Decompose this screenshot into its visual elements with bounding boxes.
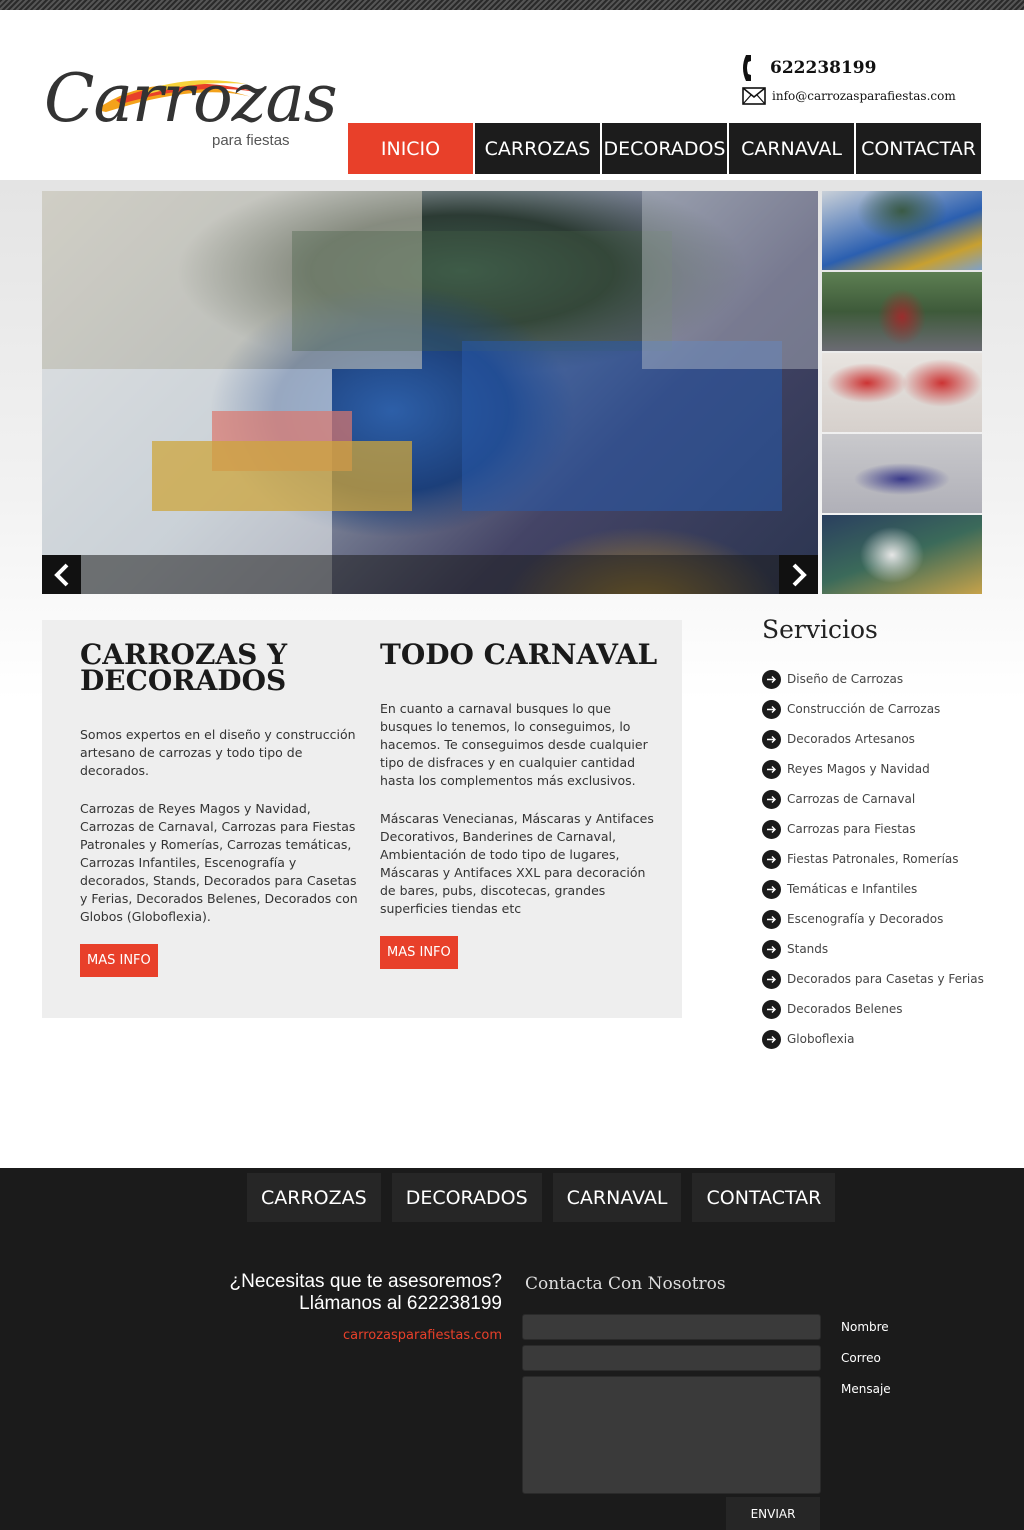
arrow-right-icon xyxy=(762,669,781,689)
site-logo[interactable]: Carrozas para fiestas xyxy=(42,62,338,157)
servicio-item[interactable]: Globoflexia xyxy=(762,1024,992,1054)
footer-nav: CARROZAS DECORADOS CARNAVAL CONTACTAR xyxy=(247,1173,836,1222)
nav-item-contactar[interactable]: CONTACTAR xyxy=(856,123,981,174)
servicio-item[interactable]: Construcción de Carrozas xyxy=(762,694,992,724)
nav-item-inicio[interactable]: INICIO xyxy=(348,123,473,174)
slider-next-button[interactable] xyxy=(779,555,818,594)
header-phone: 622238199 xyxy=(742,54,876,82)
footer-nav-decorados[interactable]: DECORADOS xyxy=(391,1173,542,1222)
chevron-right-icon xyxy=(792,563,807,586)
carnaval-heading: TODO CARNAVAL xyxy=(380,638,658,671)
main-nav: INICIO CARROZAS DECORADOS CARNAVAL CONTA… xyxy=(348,123,981,174)
arrow-right-icon xyxy=(762,819,781,839)
servicio-item[interactable]: Carrozas de Carnaval xyxy=(762,784,992,814)
servicio-label: Globoflexia xyxy=(787,1032,855,1046)
mail-icon xyxy=(742,87,766,105)
footer-nav-carnaval[interactable]: CARNAVAL xyxy=(552,1173,682,1222)
slider-prev-button[interactable] xyxy=(42,555,81,594)
servicio-item[interactable]: Stands xyxy=(762,934,992,964)
servicio-item[interactable]: Decorados para Casetas y Ferias xyxy=(762,964,992,994)
servicio-label: Decorados Artesanos xyxy=(787,732,915,746)
servicio-item[interactable]: Temáticas e Infantiles xyxy=(762,874,992,904)
help-question: ¿Necesitas que te asesoremos? xyxy=(229,1271,502,1292)
email-input[interactable] xyxy=(522,1345,821,1371)
email-address: info@carrozasparafiestas.com xyxy=(772,89,956,103)
servicio-label: Fiestas Patronales, Romerías xyxy=(787,852,959,866)
email-label: Correo xyxy=(841,1351,881,1365)
servicio-item[interactable]: Decorados Belenes xyxy=(762,994,992,1024)
carrozas-more-button[interactable]: MAS INFO xyxy=(80,944,158,977)
content-panel: CARROZAS Y DECORADOS Somos expertos en e… xyxy=(42,620,682,1018)
servicio-label: Diseño de Carrozas xyxy=(787,672,904,686)
servicio-item[interactable]: Decorados Artesanos xyxy=(762,724,992,754)
thumbnail-4[interactable] xyxy=(822,434,982,513)
name-input[interactable] xyxy=(522,1314,821,1340)
message-textarea[interactable] xyxy=(522,1376,821,1494)
servicio-label: Decorados para Casetas y Ferias xyxy=(787,972,984,986)
arrow-right-icon xyxy=(762,909,781,929)
servicio-item[interactable]: Fiestas Patronales, Romerías xyxy=(762,844,992,874)
name-label: Nombre xyxy=(841,1320,889,1334)
footer: CARROZAS DECORADOS CARNAVAL CONTACTAR ¿N… xyxy=(0,1168,1024,1530)
carrozas-heading: CARROZAS Y DECORADOS xyxy=(80,638,288,697)
help-block: ¿Necesitas que te asesoremos? Llámanos a… xyxy=(230,1271,502,1347)
servicio-label: Stands xyxy=(787,942,829,956)
servicios-title: Servicios xyxy=(762,615,878,644)
thumbnail-1[interactable] xyxy=(822,191,982,270)
arrow-right-icon xyxy=(762,759,781,779)
thumbnail-2[interactable] xyxy=(822,272,982,351)
servicio-item[interactable]: Escenografía y Decorados xyxy=(762,904,992,934)
servicios-sidebar: Servicios Diseño de Carrozas Construcción… xyxy=(762,615,992,1054)
slider-thumbnails xyxy=(822,191,982,596)
message-label: Mensaje xyxy=(841,1382,891,1396)
servicios-list: Diseño de Carrozas Construcción de Carroz… xyxy=(762,664,992,1054)
nav-item-carrozas[interactable]: CARROZAS xyxy=(475,123,600,174)
help-phone: Llámanos al 622238199 xyxy=(299,1293,502,1314)
slider-caption-bar xyxy=(42,555,818,594)
top-stripe xyxy=(0,0,1024,10)
arrow-right-icon xyxy=(762,699,781,719)
servicio-item[interactable]: Reyes Magos y Navidad xyxy=(762,754,992,784)
servicio-item[interactable]: Carrozas para Fiestas xyxy=(762,814,992,844)
carnaval-intro: En cuanto a carnaval busques lo que busq… xyxy=(380,701,648,788)
carrozas-column: CARROZAS Y DECORADOS Somos expertos en e… xyxy=(80,638,360,977)
logo-tagline: para fiestas xyxy=(212,132,290,149)
header-email[interactable]: info@carrozasparafiestas.com xyxy=(742,86,956,106)
servicio-label: Carrozas de Carnaval xyxy=(787,792,916,806)
footer-nav-contactar[interactable]: CONTACTAR xyxy=(692,1173,836,1222)
footer-nav-carrozas[interactable]: CARROZAS xyxy=(247,1173,381,1222)
arrow-right-icon xyxy=(762,999,781,1019)
slider-image xyxy=(42,191,818,594)
arrow-right-icon xyxy=(762,849,781,869)
servicio-item[interactable]: Diseño de Carrozas xyxy=(762,664,992,694)
carrozas-list: Carrozas de Reyes Magos y Navidad, Carro… xyxy=(80,801,358,924)
arrow-right-icon xyxy=(762,789,781,809)
carnaval-list: Máscaras Venecianas, Máscaras y Antiface… xyxy=(380,811,654,916)
arrow-right-icon xyxy=(762,879,781,899)
carrozas-intro: Somos expertos en el diseño y construcci… xyxy=(80,727,356,778)
servicio-label: Escenografía y Decorados xyxy=(787,912,944,926)
chevron-left-icon xyxy=(53,563,68,586)
arrow-right-icon xyxy=(762,729,781,749)
servicio-label: Decorados Belenes xyxy=(787,1002,903,1016)
contact-form-title: Contacta Con Nosotros xyxy=(525,1274,726,1294)
phone-icon xyxy=(743,55,751,81)
site-link[interactable]: carrozasparafiestas.com xyxy=(230,1325,502,1347)
arrow-right-icon xyxy=(762,969,781,989)
nav-item-carnaval[interactable]: CARNAVAL xyxy=(729,123,854,174)
arrow-right-icon xyxy=(762,1029,781,1049)
carnaval-column: TODO CARNAVAL En cuanto a carnaval busqu… xyxy=(380,638,660,969)
send-button[interactable]: ENVIAR xyxy=(726,1497,820,1530)
carnaval-more-button[interactable]: MAS INFO xyxy=(380,936,458,969)
servicio-label: Reyes Magos y Navidad xyxy=(787,762,930,776)
phone-number: 622238199 xyxy=(770,58,877,78)
nav-item-decorados[interactable]: DECORADOS xyxy=(602,123,727,174)
servicio-label: Construcción de Carrozas xyxy=(787,702,941,716)
servicio-label: Temáticas e Infantiles xyxy=(787,882,918,896)
thumbnail-3[interactable] xyxy=(822,353,982,432)
servicio-label: Carrozas para Fiestas xyxy=(787,822,916,836)
logo-wordmark: Carrozas xyxy=(44,60,338,137)
arrow-right-icon xyxy=(762,939,781,959)
thumbnail-5[interactable] xyxy=(822,515,982,594)
